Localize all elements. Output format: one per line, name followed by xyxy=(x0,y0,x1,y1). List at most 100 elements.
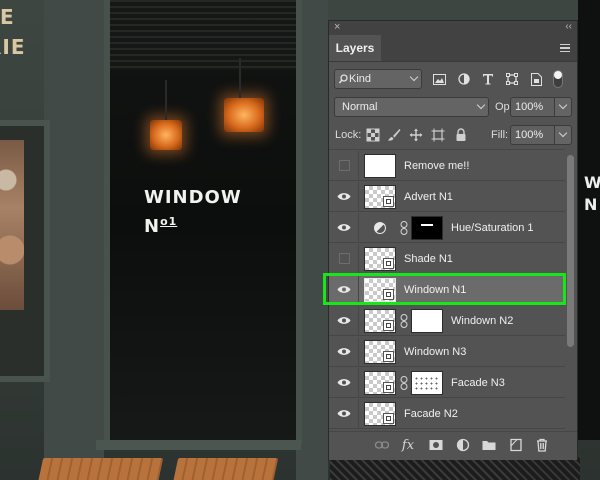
search-icon xyxy=(339,74,348,84)
layers-scrollbar[interactable] xyxy=(566,153,575,431)
smart-object-badge-icon xyxy=(383,382,394,393)
layers-panel: × ‹‹ Layers Kind Normal 100% Lock: Fill:… xyxy=(328,20,578,460)
link-chain-icon[interactable] xyxy=(400,314,408,328)
scrollbar-thumb[interactable] xyxy=(567,155,574,347)
smart-object-badge-icon xyxy=(383,320,394,331)
layer-mask-thumbnail[interactable] xyxy=(411,371,443,395)
layer-thumbnail xyxy=(364,247,396,271)
smart-object-badge-icon xyxy=(383,196,394,207)
layer-row[interactable]: Windown N2 xyxy=(329,306,565,336)
layer-row[interactable]: Advert N1 xyxy=(329,182,565,212)
visibility-toggle[interactable] xyxy=(329,244,359,274)
lock-all-icon[interactable] xyxy=(454,128,468,142)
layer-row[interactable]: Hue/Saturation 1 xyxy=(329,213,565,243)
filter-toggle-icon[interactable] xyxy=(550,69,566,89)
layer-name: Windown N2 xyxy=(451,315,514,327)
hanging-lamp xyxy=(224,58,264,132)
smart-object-badge-icon xyxy=(383,413,394,424)
chevron-down-icon xyxy=(476,100,486,110)
visibility-toggle[interactable] xyxy=(329,151,359,181)
panel-title-strip: × ‹‹ xyxy=(329,21,577,35)
layer-thumbnail xyxy=(364,340,396,364)
eye-icon xyxy=(337,224,351,231)
eye-icon xyxy=(337,379,351,386)
layer-thumbnail xyxy=(364,185,396,209)
filter-row: Kind xyxy=(329,69,577,89)
pixel-filter-icon[interactable] xyxy=(431,69,447,89)
fill-value: 100% xyxy=(515,129,544,141)
layer-thumbnail xyxy=(364,309,396,333)
adjustment-filter-icon[interactable] xyxy=(456,69,472,89)
opacity-input[interactable]: 100% xyxy=(510,97,554,117)
hidden-visibility-box xyxy=(339,253,350,264)
blend-mode-dropdown[interactable]: Normal xyxy=(334,97,489,117)
visibility-toggle[interactable] xyxy=(329,399,359,429)
fx-icon[interactable]: fx xyxy=(401,438,415,453)
selection-highlight-box xyxy=(323,273,566,305)
fill-input[interactable]: 100% xyxy=(510,125,554,145)
layer-row[interactable]: Facade N3 xyxy=(329,368,565,398)
hidden-visibility-box xyxy=(339,160,350,171)
hanging-lamp xyxy=(150,80,182,150)
layer-row[interactable]: Shade N1 xyxy=(329,244,565,274)
layer-name: Windown N3 xyxy=(404,346,467,358)
artboard-lock-icon[interactable] xyxy=(431,128,445,142)
type-filter-icon[interactable] xyxy=(480,69,496,89)
link-layers-icon[interactable] xyxy=(375,438,389,452)
new-group-folder-icon[interactable] xyxy=(482,438,496,452)
brush-icon[interactable] xyxy=(387,128,401,142)
smart-object-filter-icon[interactable] xyxy=(528,69,544,89)
visibility-toggle[interactable] xyxy=(329,337,359,367)
panel-footer: fx xyxy=(329,431,577,460)
smart-object-badge-icon xyxy=(383,258,394,269)
layer-name: Remove me!! xyxy=(404,160,470,172)
bread-display xyxy=(0,140,24,310)
eye-icon xyxy=(337,348,351,355)
window-sill xyxy=(96,440,301,450)
window-lettering: WINDOW No1 xyxy=(144,187,242,237)
opacity-slider-button[interactable] xyxy=(554,97,572,117)
visibility-toggle[interactable] xyxy=(329,182,359,212)
collapse-panel-icon[interactable]: ‹‹ xyxy=(565,20,572,34)
shop-window: WINDOW No1 xyxy=(104,0,302,445)
trash-icon[interactable] xyxy=(535,438,549,452)
layer-thumbnail xyxy=(364,402,396,426)
layer-row[interactable]: Facade N2 xyxy=(329,399,565,429)
lock-transparent-pixels-icon[interactable] xyxy=(366,128,380,142)
shop-sign-text: E RIE xyxy=(0,5,26,59)
filter-kind-dropdown[interactable]: Kind xyxy=(334,69,422,89)
lock-label: Lock: xyxy=(335,129,362,141)
panel-tab-bar: Layers xyxy=(329,35,577,62)
layer-name: Advert N1 xyxy=(404,191,453,203)
facade-pillar xyxy=(44,0,104,480)
layer-mask-thumbnail[interactable] xyxy=(411,216,443,240)
visibility-toggle[interactable] xyxy=(329,368,359,398)
visibility-toggle[interactable] xyxy=(329,306,359,336)
blend-mode-value: Normal xyxy=(342,101,378,113)
add-mask-icon[interactable] xyxy=(429,438,443,452)
panel-menu-icon[interactable] xyxy=(560,44,570,52)
opacity-value: 100% xyxy=(515,101,544,113)
smart-object-badge-icon xyxy=(383,351,394,362)
layer-thumbnail xyxy=(364,154,396,178)
layer-row[interactable]: Windown N3 xyxy=(329,337,565,367)
cafe-table xyxy=(171,458,279,480)
new-layer-icon[interactable] xyxy=(509,438,523,452)
chevron-down-icon xyxy=(409,72,419,82)
layer-name: Hue/Saturation 1 xyxy=(451,222,534,234)
tab-layers[interactable]: Layers xyxy=(329,35,381,61)
layer-row[interactable]: Remove me!! xyxy=(329,151,565,181)
chevron-down-icon xyxy=(558,100,568,110)
layer-mask-thumbnail[interactable] xyxy=(411,309,443,333)
lock-fill-row: Lock: Fill: 100% xyxy=(329,125,577,145)
visibility-toggle[interactable] xyxy=(329,213,359,243)
new-adjustment-layer-icon[interactable] xyxy=(456,438,470,452)
adjustment-layer-icon xyxy=(374,222,386,234)
link-chain-icon[interactable] xyxy=(400,376,408,390)
link-chain-icon[interactable] xyxy=(400,221,408,235)
close-panel-icon[interactable]: × xyxy=(334,20,340,34)
fill-slider-button[interactable] xyxy=(554,125,572,145)
eye-icon xyxy=(337,410,351,417)
shape-filter-icon[interactable] xyxy=(504,69,520,89)
move-icon[interactable] xyxy=(409,128,423,142)
